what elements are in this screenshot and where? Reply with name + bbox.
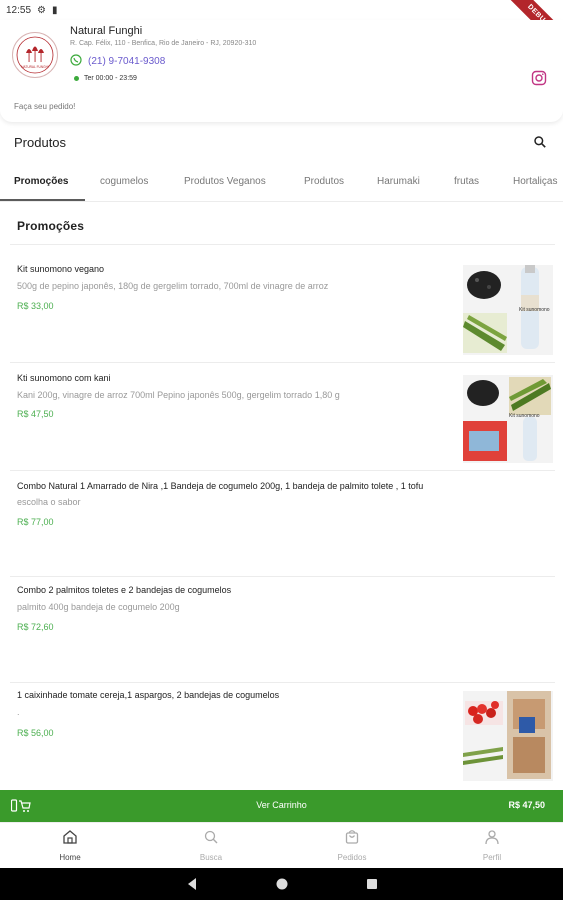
store-address: R. Cap. Félix, 110 - Benfica, Rio de Jan… [70, 40, 257, 47]
tab-harumaki[interactable]: Harumaki [377, 176, 420, 187]
product-image: Kit sunomono [463, 375, 553, 463]
store-name: Natural Funghi [70, 25, 143, 37]
nav-profile[interactable]: Perfil [452, 829, 532, 862]
svg-text:Kit sunomono: Kit sunomono [509, 413, 540, 419]
open-status-dot [74, 76, 79, 81]
product-item[interactable]: Kit sunomono vegano 500g de pepino japon… [0, 245, 563, 363]
bottom-navigation: Home Busca Pedidos Perfil [0, 822, 563, 868]
nav-home[interactable]: Home [30, 829, 110, 862]
product-name: Combo Natural 1 Amarrado de Nira ,1 Band… [17, 481, 424, 491]
product-description: escolha o sabor [17, 497, 81, 507]
product-name: Kti sunomono com kani [17, 373, 111, 383]
search-button[interactable] [533, 135, 547, 149]
tab-produtos[interactable]: Produtos [304, 176, 344, 187]
product-item[interactable]: Combo 2 palmitos toletes e 2 bandejas de… [0, 577, 563, 683]
product-image: Kit sunomono [463, 265, 553, 355]
view-cart-label: Ver Carrinho [256, 800, 307, 810]
cart-total: R$ 47,50 [508, 800, 545, 810]
store-hours-text: Ter 00:00 - 23:59 [84, 75, 137, 82]
person-icon [485, 830, 499, 845]
active-tab-indicator [0, 199, 85, 201]
store-header: NATURAL FUNGHI Natural Funghi R. Cap. Fé… [0, 20, 563, 122]
logo-wordmark: NATURAL FUNGHI [21, 65, 49, 69]
store-hours: Ter 00:00 - 23:59 [74, 75, 137, 82]
tab-cogumelos[interactable]: cogumelos [100, 176, 148, 187]
product-item[interactable]: 1 caixinhade tomate cereja,1 aspargos, 2… [0, 683, 563, 790]
nav-orders-label: Pedidos [337, 853, 367, 862]
product-name: Kit sunomono vegano [17, 264, 105, 274]
product-price: R$ 77,00 [17, 517, 54, 527]
home-icon [63, 830, 77, 844]
tab-hortalicas[interactable]: Hortaliças [513, 176, 557, 187]
status-bar: 12:55 ⚙ ▮ [0, 0, 563, 20]
store-logo: NATURAL FUNGHI [12, 32, 58, 78]
settings-status-icon: ⚙ [37, 4, 46, 16]
product-description: . [17, 707, 20, 717]
product-name: 1 caixinhade tomate cereja,1 aspargos, 2… [17, 690, 280, 700]
store-phone-link[interactable]: (21) 9-7041-9308 [70, 54, 165, 69]
category-tabs: Promoções cogumelos Produtos Veganos Pro… [0, 164, 563, 202]
product-item[interactable]: Combo Natural 1 Amarrado de Nira ,1 Band… [0, 471, 563, 577]
svg-text:Kit sunomono: Kit sunomono [519, 307, 550, 313]
instagram-icon[interactable] [531, 70, 547, 91]
products-title: Produtos [14, 135, 67, 150]
product-description: palmito 400g bandeja de cogumelo 200g [17, 602, 180, 612]
search-icon [204, 830, 218, 844]
system-navigation-bar [0, 868, 563, 900]
product-item[interactable]: Kti sunomono com kani Kani 200g, vinagre… [0, 363, 563, 471]
back-icon[interactable] [186, 877, 198, 896]
bag-icon [345, 830, 359, 844]
recents-icon[interactable] [366, 877, 378, 896]
nav-home-label: Home [59, 853, 81, 862]
nav-profile-label: Perfil [482, 853, 502, 862]
whatsapp-icon [70, 54, 82, 69]
product-price: R$ 47,50 [17, 409, 54, 419]
product-price: R$ 33,00 [17, 301, 54, 311]
view-cart-bar[interactable]: Ver Carrinho R$ 47,50 [0, 790, 563, 822]
product-price: R$ 56,00 [17, 728, 54, 738]
tab-promocoes[interactable]: Promoções [14, 176, 68, 187]
sim-status-icon: ▮ [52, 4, 58, 16]
tab-produtos-veganos[interactable]: Produtos Veganos [184, 176, 266, 187]
tab-frutas[interactable]: frutas [454, 176, 479, 187]
product-image [463, 691, 553, 781]
product-description: 500g de pepino japonês, 180g de gergelim… [17, 281, 329, 291]
nav-search-label: Busca [199, 853, 223, 862]
nav-orders[interactable]: Pedidos [312, 829, 392, 862]
product-description: Kani 200g, vinagre de arroz 700ml Pepino… [17, 390, 340, 400]
product-price: R$ 72,60 [17, 622, 54, 632]
product-name: Combo 2 palmitos toletes e 2 bandejas de… [17, 585, 232, 595]
home-system-icon[interactable] [275, 877, 289, 896]
search-icon [534, 136, 546, 148]
nav-search[interactable]: Busca [171, 829, 251, 862]
section-title: Promoções [17, 219, 85, 233]
status-time: 12:55 [6, 4, 32, 16]
store-phone-number: (21) 9-7041-9308 [88, 56, 166, 67]
order-hint: Faça seu pedido! [14, 102, 76, 111]
